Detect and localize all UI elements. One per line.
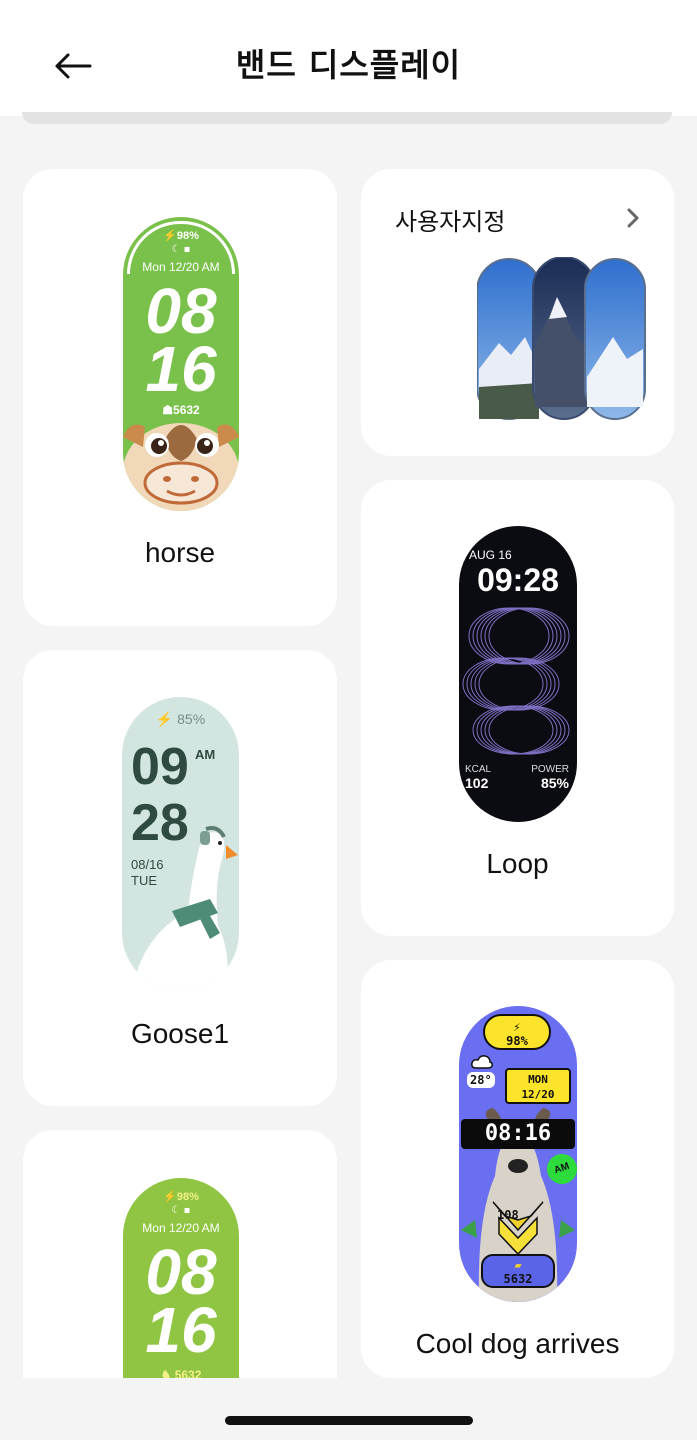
steps-count: ♞ 5632 [160,1368,202,1378]
shoe-icon: ▰ [514,1258,522,1272]
status-icons: ☾ ▪ [171,244,191,255]
battery-level: ⚡98% [163,230,199,242]
cloud-icon [471,1055,493,1069]
power-stat: POWER 85% [531,764,569,791]
temperature-text: 28° [467,1072,495,1088]
watchface-card-horse[interactable]: ⚡98% ☾ ▪ Mon 12/20 AM 08 16 ☗5632 horse [23,169,337,626]
watchface-card-cool-dog[interactable]: ⚡ 98% 28° MON 12/20 08:16 AM 108 ▰ 5632 Co… [361,960,674,1378]
power-value: 85% [540,775,569,791]
home-indicator[interactable] [225,1416,473,1425]
custom-preview-mountains-icon [477,257,646,420]
watchface-card-horse-2[interactable]: ⚡98% ☾ ▪ Mon 12/20 AM 08 16 ♞ 5632 [23,1130,337,1378]
kcal-value: 102 [465,775,489,791]
ampm-text: AM [195,747,216,762]
chevron-right-icon [622,206,644,230]
kcal-stat: KCAL 102 [465,764,491,791]
top-bar: 밴드 디스플레이 [0,0,697,116]
watchface-card-loop[interactable]: AUG 16 09:28 KCAL 102 POWER 85% Loop [361,480,674,936]
minute-text: 16 [145,333,217,405]
dog-face-preview: ⚡ 98% 28° MON 12/20 08:16 AM 108 ▰ 5632 [459,1006,577,1302]
battery-level: ⚡98% [163,1191,199,1203]
kcal-label: KCAL [465,764,492,775]
date-badge: MON 12/20 [505,1068,571,1104]
battery-level: ⚡98% [483,1014,551,1050]
horse2-face-preview: ⚡98% ☾ ▪ Mon 12/20 AM 08 16 ♞ 5632 [123,1178,239,1378]
date-text: Mon 12/20 AM [142,260,220,274]
horse-face-preview: ⚡98% ☾ ▪ Mon 12/20 AM 08 16 ☗5632 [123,217,239,511]
steps-count: ☗5632 [162,403,200,417]
minute-text: 16 [145,1294,217,1366]
loop-face-preview: AUG 16 09:28 KCAL 102 POWER 85% [459,526,577,822]
battery-level: ⚡ 85% [155,711,206,727]
watchface-name: Loop [486,848,549,879]
scroll-edge [22,112,672,124]
time-text: 09:28 [477,562,559,598]
watchface-name: horse [144,537,216,568]
goose-face-preview: ⚡ 85% 09 AM 28 08/16 TUE [122,697,239,991]
time-text: 08:16 [461,1119,575,1149]
custom-watchface-card[interactable]: 사용자지정 [361,169,674,456]
heart-rate: 108 [497,1208,519,1222]
hour-text: 09 [131,738,189,796]
status-icons: ☾ ▪ [171,1205,191,1216]
date-text: AUG 16 [469,548,512,562]
power-label: POWER [531,764,569,775]
page-title: 밴드 디스플레이 [235,46,462,84]
horse-character-icon [123,423,239,511]
steps-badge: ▰ 5632 [481,1254,555,1288]
goose-character-icon [132,826,238,991]
date-text: Mon 12/20 AM [142,1221,220,1235]
watchface-card-goose1[interactable]: ⚡ 85% 09 AM 28 08/16 TUE Goose1 [23,650,337,1106]
watchface-name: Cool dog arrives [415,1328,620,1359]
watchface-name: Goose1 [130,1018,230,1049]
custom-title: 사용자지정 [395,208,506,236]
loop-rings-icon [462,607,570,755]
